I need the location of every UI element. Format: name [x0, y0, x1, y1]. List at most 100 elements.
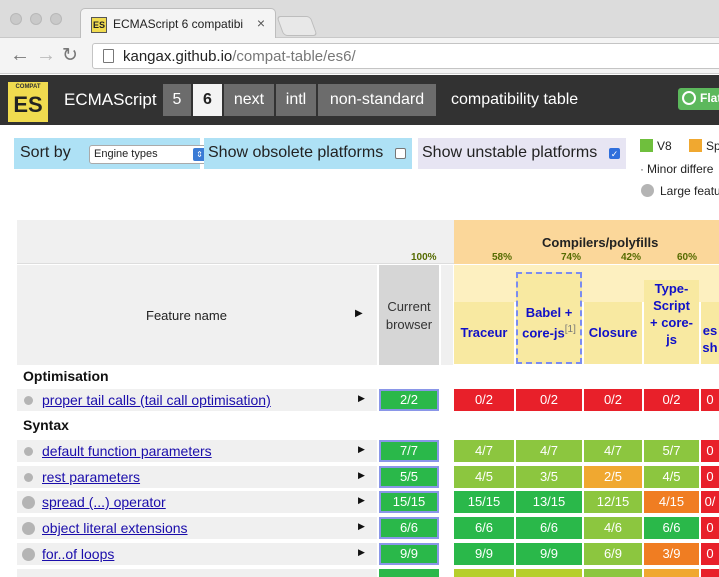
column-typescript[interactable]: Type-Script + core-js: [644, 280, 699, 364]
result-cell: 9/9: [516, 543, 582, 565]
expand-all-arrow-icon[interactable]: ▶: [355, 308, 363, 319]
version-tab-6[interactable]: 6: [193, 84, 222, 116]
result-cell-partial: [516, 569, 582, 577]
flat-label: Flat: [700, 91, 719, 105]
unstable-label: Show unstable platforms: [422, 144, 598, 161]
feature-link[interactable]: proper tail calls (tail call optimisatio…: [42, 392, 271, 408]
reload-icon[interactable]: ↻: [62, 44, 78, 67]
result-cell: 0: [701, 389, 719, 411]
compat-es-logo[interactable]: COMPAT ES: [8, 82, 48, 122]
closure-pct: 42%: [621, 252, 642, 263]
current-browser-label: Current browser: [385, 299, 433, 332]
legend-minor-mark-icon: ·: [640, 162, 644, 176]
babel-pct: 74%: [561, 252, 582, 263]
table-row[interactable]: object literal extensions ▶: [17, 517, 377, 539]
feature-link[interactable]: object literal extensions: [42, 520, 188, 536]
current-browser-result: 5/5: [379, 466, 439, 488]
column-traceur-label: Traceur: [460, 325, 508, 340]
result-cell-partial: [701, 569, 719, 577]
legend-large-feature-icon: [641, 184, 654, 197]
expand-arrow-icon[interactable]: ▶: [358, 495, 365, 506]
flat-button[interactable]: Flat: [678, 88, 719, 110]
obsolete-platforms-toggle[interactable]: Show obsolete platforms: [204, 138, 412, 169]
brand-title: ECMAScript: [64, 90, 157, 109]
refresh-icon: [682, 91, 696, 105]
new-tab-button[interactable]: [276, 16, 318, 36]
version-tab-intl[interactable]: intl: [276, 84, 316, 116]
column-es-shims-label: es sh: [702, 323, 718, 355]
sort-select-value: Engine types: [94, 148, 158, 160]
result-cell-partial: [584, 569, 642, 577]
result-cell: 0: [701, 543, 719, 565]
typescript-pct: 60%: [677, 252, 698, 263]
feature-name-header[interactable]: Feature name ▶: [17, 265, 377, 365]
header-spacer: [441, 265, 453, 365]
browser-tab[interactable]: ES ECMAScript 6 compatibility ×: [80, 8, 276, 39]
column-es-shims[interactable]: es sh: [701, 302, 719, 364]
table-row[interactable]: rest parameters ▶: [17, 466, 377, 488]
browser-toolbar: ← → ↻ kangax.github.io/compat-table/es6/: [0, 38, 719, 74]
window-minimize-button[interactable]: [30, 13, 42, 25]
traceur-pct: 58%: [492, 252, 513, 263]
result-cell: 0/2: [644, 389, 699, 411]
table-row[interactable]: default function parameters ▶: [17, 440, 377, 462]
result-cell: 12/15: [584, 491, 642, 513]
result-cell: 15/15: [454, 491, 514, 513]
babel-note[interactable]: [1]: [565, 324, 576, 335]
feature-link[interactable]: default function parameters: [42, 443, 212, 459]
current-browser-result: 15/15: [379, 491, 439, 513]
expand-arrow-icon[interactable]: ▶: [358, 521, 365, 532]
result-cell: 3/5: [516, 466, 582, 488]
result-cell: 4/15: [644, 491, 699, 513]
section-header: Optimisation: [17, 365, 719, 387]
sort-label: Sort by: [20, 144, 71, 161]
table-row[interactable]: for..of loops ▶: [17, 543, 377, 565]
table-header-blank: [17, 220, 454, 264]
url-host: kangax.github.io: [123, 48, 233, 65]
column-traceur[interactable]: Traceur: [454, 302, 514, 364]
feature-link[interactable]: for..of loops: [42, 546, 114, 562]
result-cell: 9/9: [454, 543, 514, 565]
column-closure[interactable]: Closure: [584, 302, 642, 364]
result-cell-partial: [644, 569, 699, 577]
legend-label-large: Large featu: [660, 184, 719, 198]
forward-arrow-icon[interactable]: →: [36, 44, 56, 67]
back-arrow-icon[interactable]: ←: [10, 44, 30, 67]
window-close-button[interactable]: [10, 13, 22, 25]
obsolete-label: Show obsolete platforms: [208, 144, 384, 161]
table-row[interactable]: proper tail calls (tail call optimisatio…: [17, 389, 377, 411]
result-cell: 13/15: [516, 491, 582, 513]
expand-arrow-icon[interactable]: ▶: [358, 470, 365, 481]
sort-select[interactable]: Engine types ⇕: [89, 145, 209, 164]
unstable-platforms-toggle[interactable]: Show unstable platforms ✓: [418, 138, 626, 169]
table-row[interactable]: spread (...) operator ▶: [17, 491, 377, 513]
feature-size-icon: [24, 447, 33, 456]
screen: ES ECMAScript 6 compatibility × ← → ↻ ka…: [0, 0, 719, 577]
feature-link[interactable]: spread (...) operator: [42, 494, 166, 510]
result-cell-partial: [454, 569, 514, 577]
current-browser-header: Current browser: [379, 265, 439, 365]
feature-size-icon: [22, 522, 35, 535]
column-babel[interactable]: Babel + core-js[1]: [516, 272, 582, 364]
sort-control: Sort by Engine types ⇕: [14, 138, 209, 169]
result-cell: 0: [701, 466, 719, 488]
current-browser-result-partial: [379, 569, 439, 577]
obsolete-checkbox[interactable]: [395, 148, 406, 159]
result-cell: 6/6: [516, 517, 582, 539]
version-tab-next[interactable]: next: [224, 84, 274, 116]
feature-link[interactable]: rest parameters: [42, 469, 140, 485]
expand-arrow-icon[interactable]: ▶: [358, 393, 365, 404]
result-cell: 4/7: [454, 440, 514, 462]
version-tab-non-standard[interactable]: non-standard: [318, 84, 436, 116]
version-tab-5[interactable]: 5: [163, 84, 191, 116]
section-header: Syntax: [17, 414, 719, 436]
result-cell: 0/2: [516, 389, 582, 411]
unstable-checkbox[interactable]: ✓: [609, 148, 620, 159]
expand-arrow-icon[interactable]: ▶: [358, 547, 365, 558]
window-zoom-button[interactable]: [50, 13, 62, 25]
current-browser-result: 6/6: [379, 517, 439, 539]
tab-close-icon[interactable]: ×: [257, 15, 265, 31]
address-bar[interactable]: kangax.github.io/compat-table/es6/: [92, 43, 719, 69]
feature-size-icon: [22, 496, 35, 509]
expand-arrow-icon[interactable]: ▶: [358, 444, 365, 455]
